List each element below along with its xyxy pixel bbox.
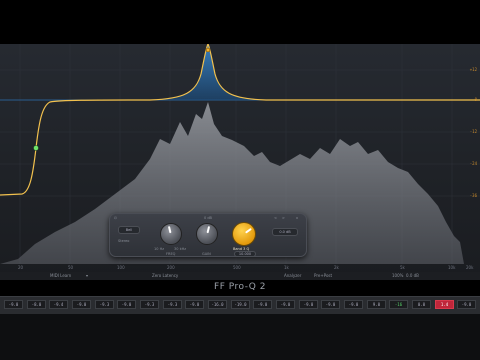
meter-readout: -9.3 — [95, 300, 114, 309]
meter-readout: -9.3 — [140, 300, 159, 309]
host-title-strip: FF Pro-Q 2 — [0, 280, 480, 296]
freq-tick: 1k — [284, 265, 289, 270]
pro-q-window: +12 0 -12 -24 -36 ⏻ Bell Stereo 0 dB 10 … — [0, 44, 480, 280]
freq-tick: 10k — [448, 265, 456, 270]
band-shape-button[interactable]: Bell — [118, 226, 140, 234]
db-label-minus12: -12 — [469, 129, 477, 134]
meter-readout: 9.0 — [367, 300, 386, 309]
meter-readout: 1.4 — [435, 300, 454, 309]
band-control-panel: ⏻ Bell Stereo 0 dB 10 Hz 30 kHz FREQ GAI… — [109, 213, 307, 257]
close-icon[interactable]: x — [296, 216, 298, 220]
db-label-minus36: -36 — [469, 193, 477, 198]
freq-label: FREQ — [166, 252, 176, 256]
meter-readout: -9.0 — [185, 300, 204, 309]
nav-next-icon[interactable]: > — [282, 216, 285, 220]
plugin-bottom-bar: MIDI Learn ▾ Zero Latency Analyzer Pre+P… — [0, 272, 480, 280]
q-knob-pointer — [245, 227, 252, 234]
meter-readout: -9.0 — [4, 300, 23, 309]
band-top-readout: 0 dB — [204, 216, 212, 220]
meter-readout: -9.0 — [457, 300, 476, 309]
meter-readout: -9.3 — [163, 300, 182, 309]
freq-tick: 20k — [466, 265, 474, 270]
freq-tick: 2k — [334, 265, 339, 270]
video-letterbox-bottom — [0, 314, 480, 360]
video-letterbox-top — [0, 0, 480, 44]
analyzer-mode-selector[interactable]: Pre+Post — [314, 273, 332, 278]
meter-readout: -19.0 — [231, 300, 250, 309]
stereo-selector[interactable]: Stereo — [118, 239, 129, 243]
meter-readout: -9.0 — [344, 300, 363, 309]
band-1-handle[interactable] — [33, 145, 39, 151]
plugin-title: FF Pro-Q 2 — [214, 282, 266, 292]
meter-readout: -8.0 — [27, 300, 46, 309]
output-gain-readout[interactable]: 0.0 dB — [406, 273, 419, 278]
meter-readout: -16 — [389, 300, 408, 309]
db-label-0: 0 — [474, 97, 477, 102]
gain-knob-pointer — [206, 226, 211, 234]
freq-tick: 20 — [18, 265, 24, 270]
power-icon[interactable]: ⏻ — [114, 216, 117, 220]
gain-knob[interactable] — [196, 223, 218, 245]
zoom-selector[interactable]: 100% — [392, 273, 403, 278]
latency-selector[interactable]: Zero Latency — [152, 273, 178, 278]
nav-prev-icon[interactable]: < — [274, 216, 277, 220]
meter-readout: 0.0 — [412, 300, 431, 309]
q-value-field[interactable]: 10.000 — [234, 251, 256, 257]
analyzer-label: Analyzer — [284, 273, 302, 278]
freq-tick: 100 — [117, 265, 125, 270]
meter-readout: -9.0 — [253, 300, 272, 309]
q-knob[interactable] — [232, 222, 256, 246]
meter-readout: -9.0 — [299, 300, 318, 309]
band-3-fill — [150, 44, 266, 100]
band-3-handle[interactable] — [205, 47, 211, 53]
meter-readout: -9.0 — [276, 300, 295, 309]
freq-knob[interactable] — [160, 223, 182, 245]
freq-knob-pointer — [167, 226, 172, 234]
mixer-meter-strip: -9.0 -8.0 -9.4 -9.0 -9.3 -9.0 -9.3 -9.3 -9.0 -16.… — [0, 296, 480, 314]
freq-tick: 200 — [167, 265, 175, 270]
freq-tick: 50 — [68, 265, 74, 270]
freq-min-label: 10 Hz — [154, 247, 165, 251]
db-label-minus24: -24 — [469, 161, 477, 166]
meter-readout: -9.0 — [321, 300, 340, 309]
meter-readout: -9.0 — [72, 300, 91, 309]
meter-readout: -9.0 — [117, 300, 136, 309]
freq-max-label: 30 kHz — [174, 247, 187, 251]
freq-tick: 500 — [233, 265, 241, 270]
meter-readout: -16.0 — [208, 300, 227, 309]
freq-tick: 5k — [400, 265, 405, 270]
midi-learn-button[interactable]: MIDI Learn — [50, 273, 71, 278]
meter-readout: -9.4 — [49, 300, 68, 309]
db-label-plus12: +12 — [469, 67, 477, 72]
midi-dropdown-icon[interactable]: ▾ — [86, 273, 88, 278]
output-gain-field[interactable]: 0.0 dB — [272, 228, 298, 236]
gain-label: GAIN — [202, 252, 211, 256]
